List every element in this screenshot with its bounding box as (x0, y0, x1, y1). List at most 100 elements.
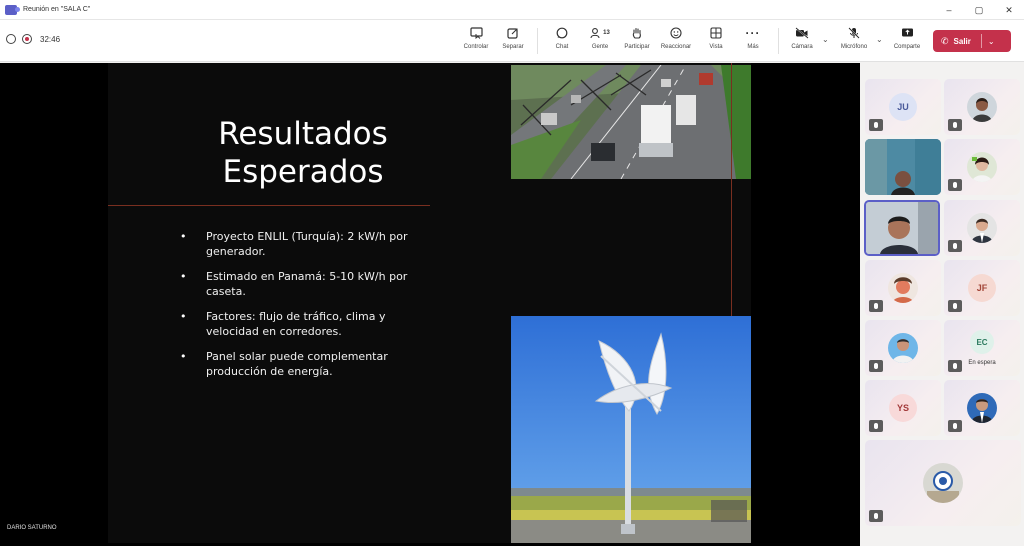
microphone-button[interactable]: Micrófono (834, 24, 874, 58)
participant-tile[interactable] (865, 320, 941, 376)
more-icon: ··· (745, 26, 761, 40)
control-label: Controlar (463, 44, 489, 50)
participant-tile[interactable] (944, 380, 1020, 436)
control-button[interactable]: Controlar (456, 24, 496, 58)
mic-muted-icon (869, 360, 883, 372)
microphone-label: Micrófono (840, 44, 868, 50)
view-button[interactable]: Vista (696, 24, 736, 58)
slide-bullet: Panel solar puede complementar producció… (178, 349, 428, 379)
close-window-button[interactable]: ✕ (994, 0, 1024, 20)
emoji-icon (670, 24, 682, 42)
recording-icon (22, 34, 32, 44)
avatar (888, 273, 918, 303)
pop-out-label: Separar (502, 44, 524, 50)
participant-tile[interactable] (865, 440, 1021, 526)
camera-label: Cámara (791, 44, 813, 50)
avatar (967, 152, 997, 182)
people-count: 13 (603, 30, 610, 36)
avatar (923, 463, 963, 503)
presentation-slide: Resultados Esperados Proyecto ENLIL (Tur… (108, 63, 751, 543)
slide-bullet: Estimado en Panamá: 5-10 kW/h por caseta… (178, 269, 428, 299)
people-button[interactable]: 13 Gente (580, 24, 620, 58)
screen-control-icon (469, 24, 483, 42)
camera-button[interactable]: Cámara (782, 24, 822, 58)
raise-hand-label: Participar (624, 44, 650, 50)
participant-video (865, 139, 941, 195)
raise-hand-icon (631, 24, 643, 42)
participant-video-tile[interactable] (865, 139, 941, 195)
title-bar: Reunión en "SALA C" – ▢ ✕ (0, 0, 1024, 20)
mic-muted-icon (869, 420, 883, 432)
mic-muted-icon (948, 119, 962, 131)
avatar (888, 333, 918, 363)
meeting-status: 32:46 (6, 34, 60, 44)
mic-muted-icon (948, 360, 962, 372)
teams-logo-icon (5, 4, 20, 15)
toolbar-divider (778, 28, 779, 54)
people-icon: 13 (590, 24, 610, 42)
slide-bullet-list: Proyecto ENLIL (Turquía): 2 kW/h por gen… (178, 229, 428, 389)
chat-label: Chat (555, 44, 569, 50)
avatar (967, 92, 997, 122)
leave-button[interactable]: ✆ Salir ⌄ (933, 30, 1011, 52)
security-icon[interactable] (6, 34, 16, 44)
view-label: Vista (709, 44, 723, 50)
participant-tile[interactable]: JU (865, 79, 941, 135)
vertical-wind-turbine-photo (511, 316, 751, 543)
pop-out-button[interactable]: Separar (493, 24, 533, 58)
participant-tile[interactable]: YS (865, 380, 941, 436)
people-label: Gente (591, 44, 609, 50)
leave-label: Salir (953, 36, 971, 46)
mic-muted-icon (869, 300, 883, 312)
slide-bullet: Proyecto ENLIL (Turquía): 2 kW/h por gen… (178, 229, 428, 259)
camera-options-chevron-icon[interactable]: ⌄ (822, 35, 829, 44)
mic-muted-icon (948, 240, 962, 252)
more-button[interactable]: ··· Más (733, 24, 773, 58)
mic-off-icon (848, 24, 860, 42)
avatar (967, 393, 997, 423)
slide-title-underline (108, 205, 430, 206)
maximize-button[interactable]: ▢ (964, 0, 994, 20)
minimize-button[interactable]: – (934, 0, 964, 20)
slide-bullet: Factores: flujo de tráfico, clima y velo… (178, 309, 428, 339)
participant-tile[interactable] (865, 260, 941, 316)
presenter-name: DARIO SATURNO (7, 525, 57, 531)
meeting-timer: 32:46 (40, 34, 61, 44)
window-title: Reunión en "SALA C" (23, 6, 91, 13)
mic-muted-icon (948, 420, 962, 432)
mic-muted-icon (869, 119, 883, 131)
participant-initials: EC (970, 330, 994, 354)
leave-options-chevron-icon[interactable]: ⌄ (988, 37, 995, 46)
participant-tile[interactable] (944, 200, 1020, 256)
react-label: Reaccionar (660, 44, 692, 50)
participant-tile[interactable] (944, 79, 1020, 135)
mic-muted-icon (869, 510, 883, 522)
participant-video-tile-speaking[interactable] (864, 200, 940, 256)
grid-view-icon (710, 24, 722, 42)
highway-wind-turbines-photo (511, 65, 751, 179)
slide-title: Resultados Esperados (108, 115, 498, 191)
share-label: Comparte (893, 44, 921, 50)
participant-tile[interactable]: JF (944, 260, 1020, 316)
share-button[interactable]: Comparte (887, 24, 927, 58)
slide-title-line1: Resultados (218, 116, 388, 152)
raise-hand-button[interactable]: Participar (617, 24, 657, 58)
shared-screen: Resultados Esperados Proyecto ENLIL (Tur… (0, 63, 860, 546)
share-icon (901, 24, 914, 42)
participant-tile-waiting[interactable]: EC En espera (944, 320, 1020, 376)
camera-off-icon (795, 24, 809, 42)
participant-initials: JF (968, 274, 996, 302)
chat-button[interactable]: Chat (542, 24, 582, 58)
phone-hangup-icon: ✆ (941, 35, 949, 46)
participant-initials: YS (889, 394, 917, 422)
microphone-options-chevron-icon[interactable]: ⌄ (876, 35, 883, 44)
leave-divider (980, 34, 982, 48)
participant-tile[interactable] (944, 139, 1020, 195)
pop-out-icon (507, 24, 519, 42)
avatar (967, 213, 997, 243)
mic-muted-icon (948, 300, 962, 312)
react-button[interactable]: Reaccionar (656, 24, 696, 58)
participant-video (866, 202, 938, 254)
participant-gallery: JU JF EC En espera YS (860, 63, 1024, 546)
window-controls: – ▢ ✕ (934, 0, 1024, 20)
